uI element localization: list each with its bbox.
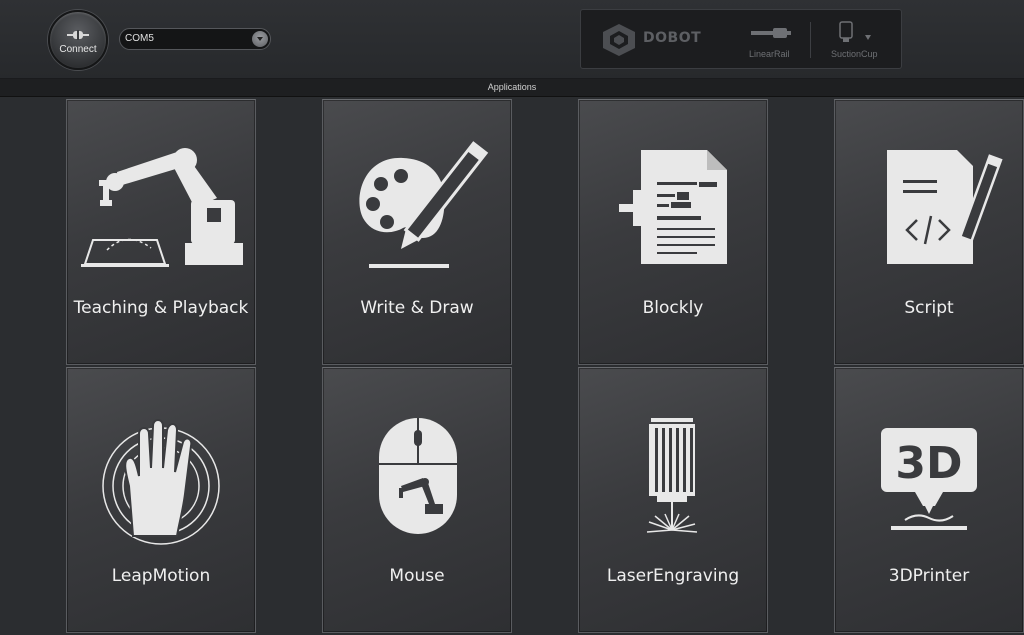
- dobot-logo-icon: [603, 24, 635, 56]
- app-label: Teaching & Playback: [73, 298, 249, 318]
- end-effector-label: SuctionCup: [831, 49, 878, 59]
- app-tile-leapmotion[interactable]: LeapMotion: [66, 367, 256, 633]
- 3d-printer-icon: 3D: [881, 428, 977, 530]
- connect-label: Connect: [59, 44, 97, 55]
- app-tile-mouse[interactable]: Mouse: [322, 367, 512, 633]
- plug-icon: [67, 30, 89, 40]
- app-label: 3DPrinter: [888, 566, 970, 586]
- top-toolbar: Connect COM5 DOBOT LinearRail SuctionCup: [0, 0, 1024, 79]
- app-label: LeapMotion: [111, 566, 211, 586]
- app-tile-3d-printer[interactable]: 3D 3DPrinter: [834, 367, 1024, 633]
- blockly-document-icon: [619, 150, 727, 264]
- connect-button[interactable]: Connect: [48, 10, 108, 70]
- app-label: Write & Draw: [360, 298, 474, 318]
- palette-pencil-icon: [359, 141, 489, 268]
- linear-rail-label: LinearRail: [749, 49, 790, 59]
- svg-text:3D: 3D: [895, 438, 962, 489]
- app-tile-script[interactable]: Script: [834, 99, 1024, 365]
- hand-icon: [102, 419, 220, 545]
- brand-label: DOBOT: [643, 30, 702, 46]
- chevron-down-icon[interactable]: [252, 31, 268, 47]
- end-effector-dropdown-icon[interactable]: [865, 35, 871, 40]
- laser-icon: [646, 418, 698, 533]
- app-label: LaserEngraving: [606, 566, 740, 586]
- app-tile-teaching-playback[interactable]: Teaching & Playback: [66, 99, 256, 365]
- suction-cup-icon[interactable]: [839, 21, 853, 43]
- linear-rail-icon[interactable]: [751, 26, 791, 40]
- app-label: Mouse: [389, 566, 445, 586]
- mouse-icon: [379, 418, 457, 534]
- section-title: Applications: [0, 79, 1024, 97]
- port-value: COM5: [125, 33, 154, 44]
- app-label: Script: [904, 298, 954, 318]
- robot-arm-icon: [81, 148, 243, 267]
- port-select[interactable]: COM5: [119, 28, 271, 50]
- script-document-icon: [887, 150, 1003, 264]
- device-panel: DOBOT LinearRail SuctionCup: [580, 9, 902, 69]
- app-tile-write-draw[interactable]: Write & Draw: [322, 99, 512, 365]
- app-label: Blockly: [642, 298, 704, 318]
- divider: [810, 22, 811, 58]
- app-tile-laser-engraving[interactable]: LaserEngraving: [578, 367, 768, 633]
- app-tile-blockly[interactable]: Blockly: [578, 99, 768, 365]
